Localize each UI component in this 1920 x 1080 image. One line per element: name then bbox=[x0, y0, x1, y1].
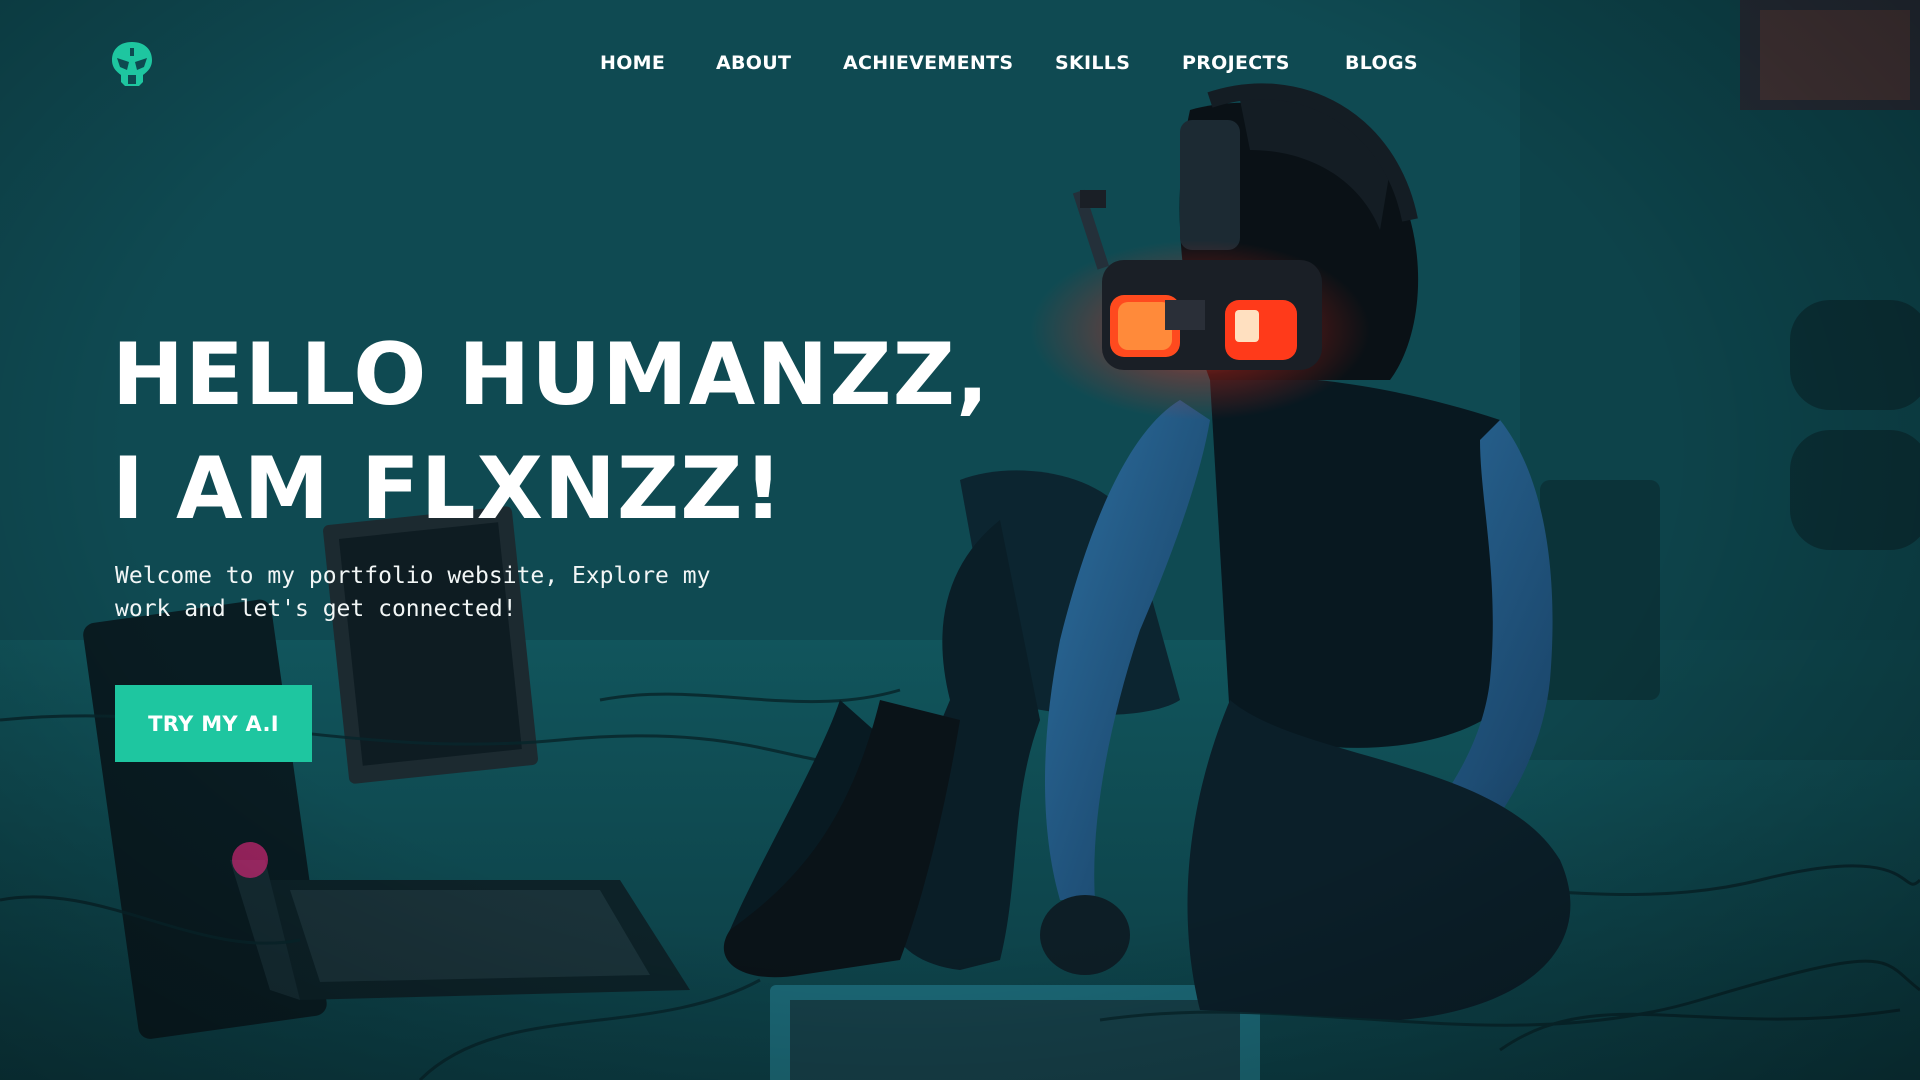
hero-headline-line-2: I AM FLXNZZ! bbox=[112, 439, 784, 539]
hero-section: HOME ABOUT ACHIEVEMENTS SKILLS PROJECTS … bbox=[0, 0, 1920, 1080]
nav-home-link[interactable]: HOME bbox=[600, 52, 665, 74]
nav-achievements-link[interactable]: ACHIEVEMENTS bbox=[843, 52, 1013, 74]
try-ai-button[interactable]: TRY MY A.I bbox=[115, 685, 312, 762]
nav-blogs-link[interactable]: BLOGS bbox=[1345, 52, 1418, 74]
alien-skull-logo-icon[interactable] bbox=[112, 42, 152, 88]
nav-about-link[interactable]: ABOUT bbox=[716, 52, 791, 74]
hero-intro-text: Welcome to my portfolio website, Explore… bbox=[115, 563, 711, 622]
nav-skills-link[interactable]: SKILLS bbox=[1055, 52, 1130, 74]
nav-projects-link[interactable]: PROJECTS bbox=[1182, 52, 1290, 74]
hero-headline-line-1: HELLO HUMANZZ, bbox=[112, 325, 990, 425]
hero-headline: HELLO HUMANZZ, I AM FLXNZZ! bbox=[112, 318, 990, 546]
